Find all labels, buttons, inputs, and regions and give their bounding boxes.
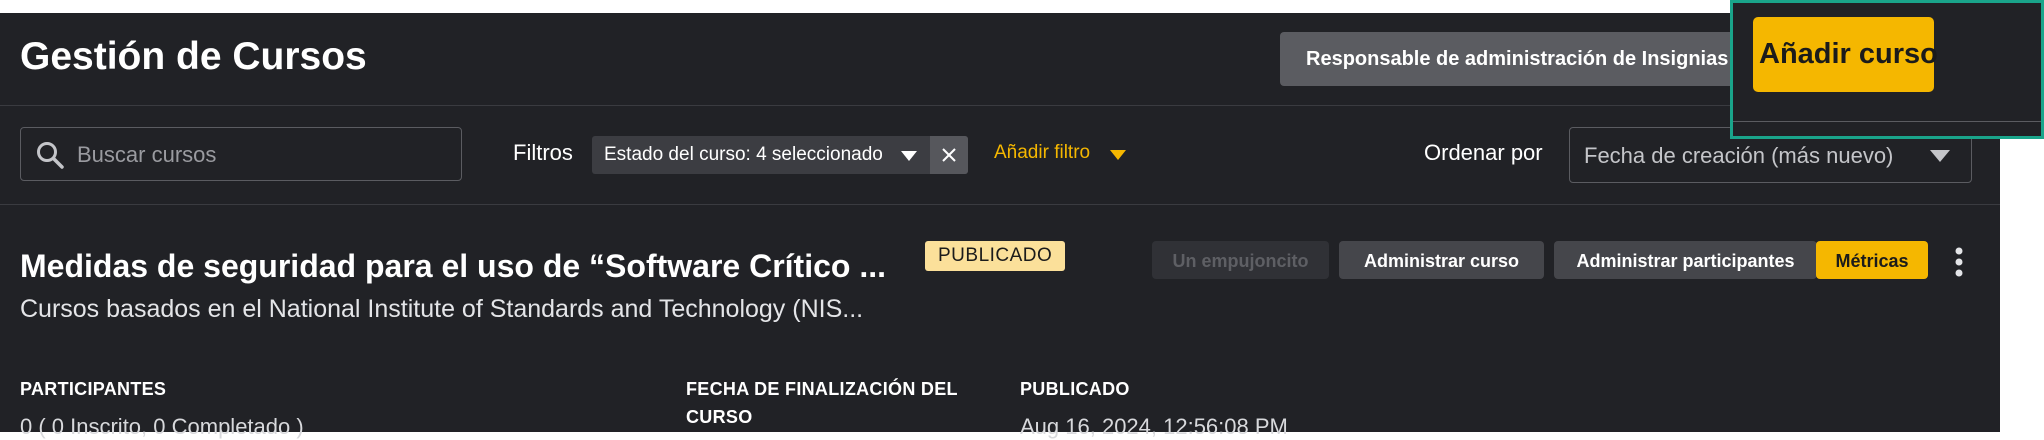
metrics-button[interactable]: Métricas xyxy=(1816,241,1928,279)
published-label: PUBLICADO xyxy=(1020,379,1130,399)
app-window: Gestión de Cursos Responsable de adminis… xyxy=(0,13,2000,439)
status-badge: PUBLICADO xyxy=(925,241,1066,271)
published-date-value: Aug 16, 2024, 12:56:08 PM xyxy=(1020,414,1288,439)
course-card: Medidas de seguridad para el uso de “Sof… xyxy=(0,205,2000,439)
sort-selected-value: Fecha de creación (más nuevo) xyxy=(1584,143,1894,168)
filters-label: Filtros xyxy=(513,140,573,165)
divider xyxy=(1733,121,2041,122)
manage-course-button[interactable]: Administrar curso xyxy=(1339,241,1544,279)
course-title[interactable]: Medidas de seguridad para el uso de “Sof… xyxy=(20,248,886,285)
page-title: Gestión de Cursos xyxy=(20,35,367,78)
caret-down-icon[interactable] xyxy=(901,151,917,161)
clear-filter-button[interactable] xyxy=(930,136,968,174)
search-input[interactable] xyxy=(75,128,449,182)
more-options-icon[interactable] xyxy=(1950,245,1968,279)
end-date-label: FECHA DE FINALIZACIÓN DEL CURSO xyxy=(686,379,958,427)
caret-down-icon[interactable] xyxy=(1110,150,1126,160)
search-icon xyxy=(37,142,64,169)
add-course-highlight: Añadir curso xyxy=(1730,0,2044,139)
page-header: Gestión de Cursos Responsable de adminis… xyxy=(0,13,2000,106)
add-course-button[interactable]: Añadir curso xyxy=(1753,17,1938,92)
close-icon xyxy=(942,148,956,162)
add-filter-link[interactable]: Añadir filtro xyxy=(994,142,1090,164)
sort-label: Ordenar por xyxy=(1424,140,1543,165)
role-selector-button[interactable]: Responsable de administración de Insigni… xyxy=(1280,32,1750,86)
participants-value: 0 ( 0 Inscrito, 0 Completado ) xyxy=(20,414,304,439)
manage-participants-button[interactable]: Administrar participantes xyxy=(1554,241,1817,279)
course-description: Cursos basados en el National Institute … xyxy=(20,295,864,323)
filter-chip-label: Estado del curso: 4 seleccionado xyxy=(604,144,883,165)
search-box[interactable] xyxy=(20,127,462,182)
filter-bar: Filtros Estado del curso: 4 seleccionado… xyxy=(0,106,2000,205)
nudge-button[interactable]: Un empujoncito xyxy=(1152,241,1329,279)
course-status-filter-chip[interactable]: Estado del curso: 4 seleccionado xyxy=(592,136,968,174)
chevron-down-icon xyxy=(1930,150,1950,162)
participants-label: PARTICIPANTES xyxy=(20,379,167,399)
